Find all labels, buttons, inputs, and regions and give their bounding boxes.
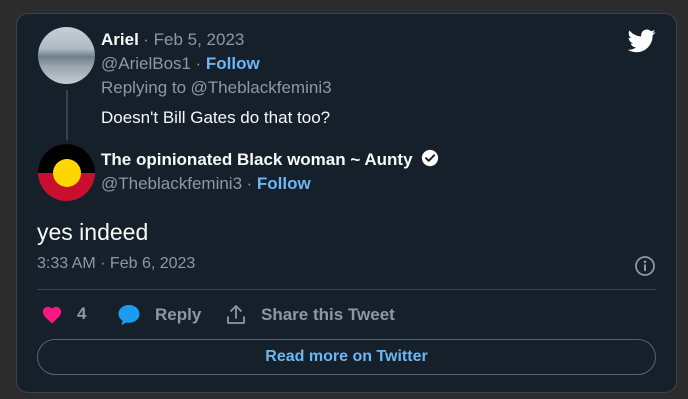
separator-dot: · xyxy=(195,54,206,73)
read-more-on-twitter-button[interactable]: Read more on Twitter xyxy=(37,339,656,375)
twitter-bird-icon[interactable] xyxy=(627,29,656,58)
share-tweet-button[interactable]: Share this Tweet xyxy=(225,304,395,326)
tweet-author-name[interactable]: The opinionated Black woman ~ Aunty xyxy=(101,150,413,169)
flag-yellow-circle xyxy=(52,158,81,187)
replying-to-prefix: Replying to xyxy=(101,78,187,97)
reply-date[interactable]: Feb 5, 2023 xyxy=(154,30,245,49)
like-count: 4 xyxy=(77,304,87,323)
tweet-follow-link[interactable]: Follow xyxy=(257,174,311,193)
replying-to-handle[interactable]: @Theblackfemini3 xyxy=(191,78,332,97)
actions-divider xyxy=(37,289,656,290)
reply-handle-row: @ArielBos1 · Follow xyxy=(101,53,260,76)
share-upload-icon xyxy=(227,305,245,324)
heart-icon xyxy=(42,306,62,324)
tweet-author-handle[interactable]: @Theblackfemini3 xyxy=(101,174,242,193)
separator-dot: · xyxy=(143,30,154,49)
tweet-author-avatar[interactable] xyxy=(38,144,95,201)
tweet-timestamp[interactable]: 3:33 AM · Feb 6, 2023 xyxy=(37,255,195,273)
reply-label: Reply xyxy=(155,305,202,324)
reply-text: Doesn't Bill Gates do that too? xyxy=(101,108,331,127)
separator-dot: · xyxy=(246,174,257,193)
reply-author-handle[interactable]: @ArielBos1 xyxy=(101,54,191,73)
like-button[interactable]: 4 xyxy=(41,304,86,324)
thread-connector-line xyxy=(66,90,68,140)
reply-author-name[interactable]: Ariel xyxy=(101,30,139,49)
tweet-handle-row: @Theblackfemini3 · Follow xyxy=(101,173,311,196)
reply-author-avatar[interactable] xyxy=(38,27,95,84)
reply-header: Ariel · Feb 5, 2023 xyxy=(101,29,244,52)
tweet-embed-card: Ariel · Feb 5, 2023 @ArielBos1 · Follow … xyxy=(16,13,677,393)
share-label: Share this Tweet xyxy=(261,305,395,324)
verified-badge-icon xyxy=(421,149,439,174)
replying-to-row: Replying to @Theblackfemini3 xyxy=(101,77,332,100)
speech-bubble-icon xyxy=(118,305,140,326)
tweet-author-row: The opinionated Black woman ~ Aunty xyxy=(101,149,439,174)
reply-follow-link[interactable]: Follow xyxy=(206,54,260,73)
info-icon[interactable] xyxy=(634,255,656,282)
reply-button[interactable]: Reply xyxy=(117,304,201,326)
tweet-text: yes indeed xyxy=(37,219,149,245)
